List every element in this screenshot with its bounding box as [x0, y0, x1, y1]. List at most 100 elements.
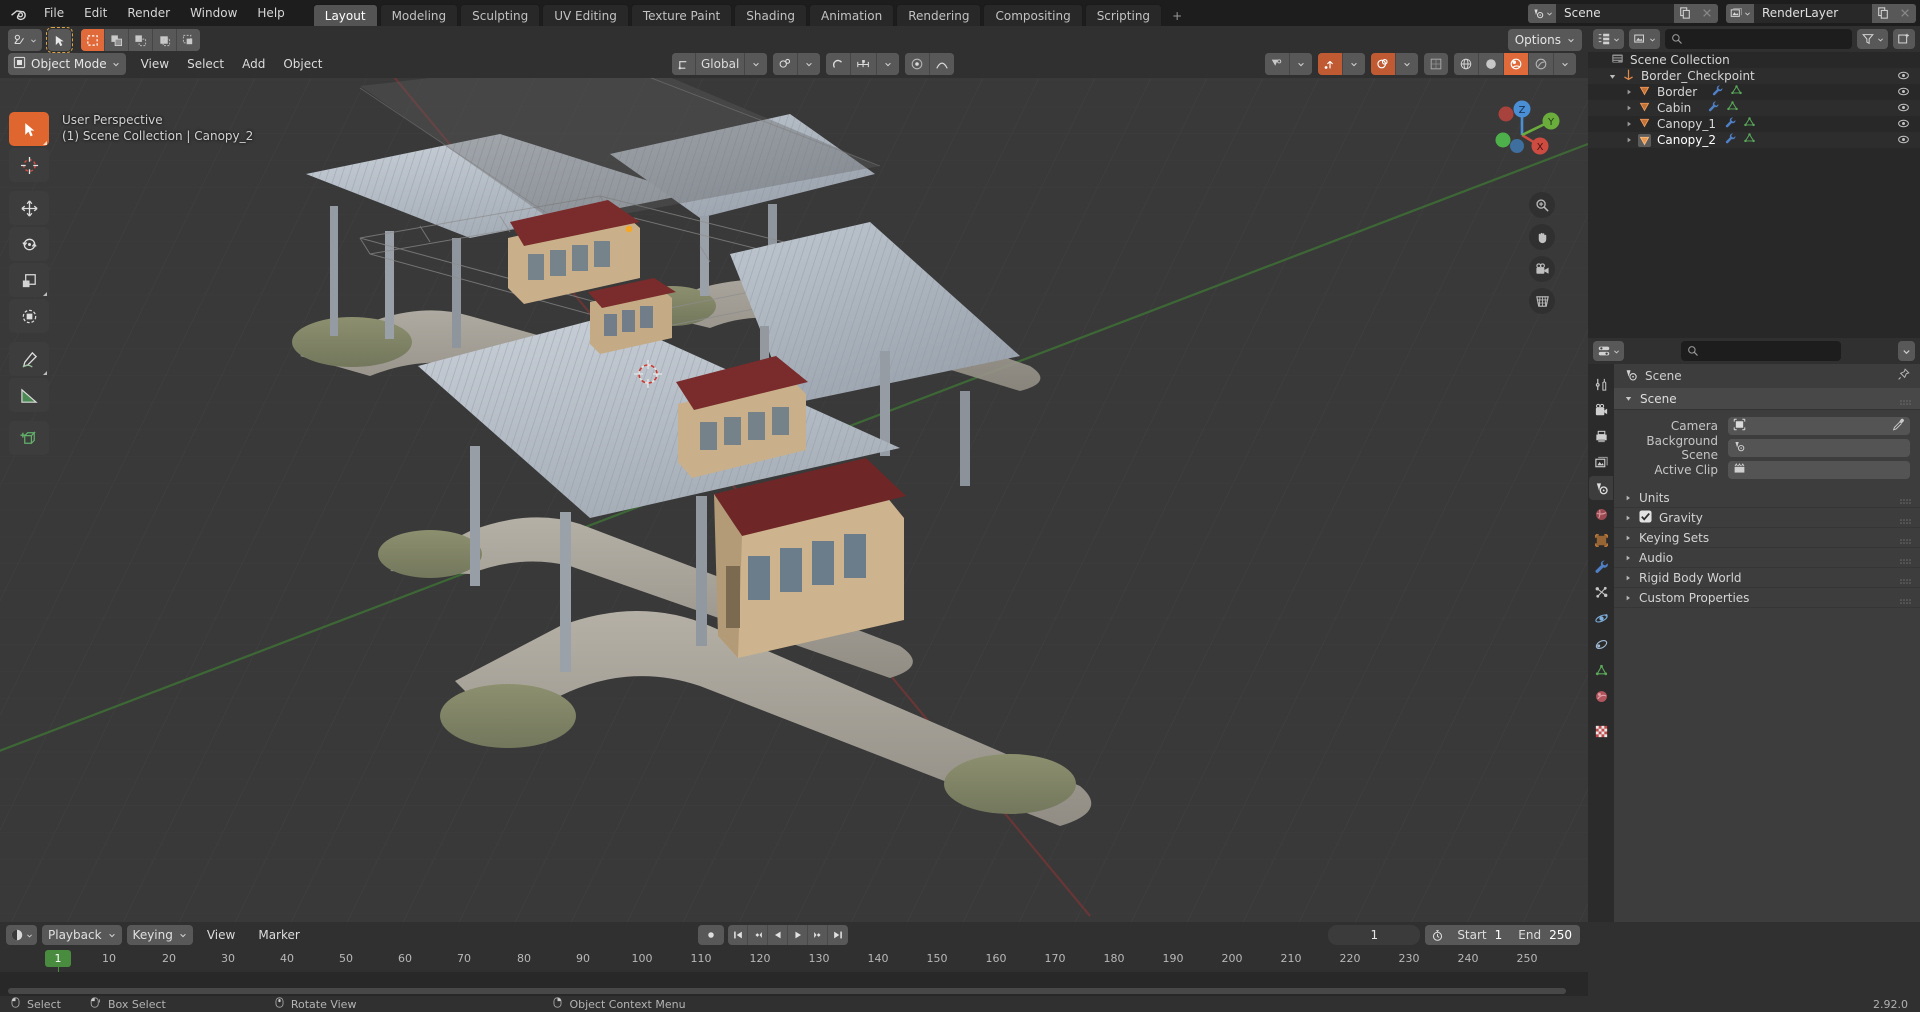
workspace-tab-scripting[interactable]: Scripting — [1084, 4, 1163, 26]
tool-move[interactable] — [9, 191, 49, 225]
play-reverse-icon[interactable] — [768, 925, 788, 945]
add-workspace-button[interactable]: + — [1164, 4, 1190, 26]
disclosure-triangle-icon[interactable] — [1622, 104, 1635, 112]
eyedropper-icon[interactable] — [1892, 418, 1905, 434]
workspace-tab-uv-editing[interactable]: UV Editing — [542, 4, 629, 26]
panel-units[interactable]: Units — [1614, 488, 1920, 508]
stopwatch-icon[interactable] — [1425, 929, 1449, 942]
disclosure-triangle-icon[interactable] — [1624, 511, 1632, 525]
menu-render[interactable]: Render — [117, 3, 180, 23]
properties-editor-icon[interactable] — [1593, 341, 1624, 361]
menu-help[interactable]: Help — [247, 3, 294, 23]
timeline-playhead[interactable]: 1 — [45, 950, 71, 967]
snapping-controls[interactable] — [826, 53, 900, 75]
panel-custom-properties[interactable]: Custom Properties — [1614, 588, 1920, 608]
tool-rotate[interactable] — [9, 227, 49, 261]
properties-tab-particles[interactable] — [1589, 580, 1613, 604]
timeline-menu-marker[interactable]: Marker — [249, 925, 308, 945]
outliner-visibility-toggle[interactable] — [1897, 133, 1910, 149]
properties-tab-output[interactable] — [1589, 424, 1613, 448]
timeline-menu-view[interactable]: View — [198, 925, 244, 945]
blender-logo-icon[interactable] — [0, 0, 34, 26]
workspace-tab-animation[interactable]: Animation — [809, 4, 895, 26]
select-box-icon[interactable] — [81, 29, 105, 51]
view-layer-icon[interactable] — [1726, 3, 1754, 23]
outliner-row-cabin[interactable]: Cabin — [1588, 100, 1920, 116]
mesh-data-icon[interactable] — [1726, 100, 1739, 116]
play-icon[interactable] — [788, 925, 808, 945]
chevron-down-icon[interactable] — [1554, 53, 1576, 75]
new-scene-button[interactable] — [1674, 3, 1696, 23]
chevron-down-icon[interactable] — [1396, 53, 1418, 75]
chevron-down-icon[interactable] — [798, 53, 821, 75]
xray-toggle[interactable] — [1424, 53, 1448, 75]
timeline-horizontal-scrollbar[interactable] — [8, 988, 1566, 994]
outliner-row-canopy-1[interactable]: Canopy_1 — [1588, 116, 1920, 132]
background-scene-field[interactable] — [1728, 439, 1910, 457]
disclosure-triangle-icon[interactable] — [1624, 571, 1632, 585]
current-frame-field[interactable]: 1 — [1328, 925, 1421, 945]
tool-annotate[interactable] — [9, 342, 49, 376]
remove-view-layer-button[interactable] — [1894, 3, 1916, 23]
snap-magnet-icon[interactable] — [826, 53, 852, 75]
jump-end-icon[interactable] — [828, 925, 848, 945]
view-layer-selector[interactable]: RenderLayer — [1726, 3, 1916, 23]
workspace-tab-shading[interactable]: Shading — [734, 4, 807, 26]
interaction-mode-selector[interactable]: Object Mode — [8, 53, 126, 75]
rendered-icon[interactable] — [1529, 53, 1554, 75]
properties-tab-scene[interactable] — [1589, 476, 1613, 500]
timeline-menu-playback[interactable]: Playback — [42, 925, 122, 945]
workspace-tab-sculpting[interactable]: Sculpting — [460, 4, 541, 26]
select-subtract-icon[interactable] — [129, 29, 153, 51]
panel-audio[interactable]: Audio — [1614, 548, 1920, 568]
viewport-menu-add[interactable]: Add — [233, 54, 274, 74]
menu-file[interactable]: File — [34, 3, 74, 23]
disclosure-triangle-icon[interactable] — [1624, 491, 1632, 505]
chevron-down-icon[interactable] — [877, 53, 900, 75]
gizmo-icon[interactable] — [1318, 53, 1343, 75]
panel-rigid-body-world[interactable]: Rigid Body World — [1614, 568, 1920, 588]
transform-orientation-label[interactable]: Global — [696, 53, 746, 75]
gravity-checkbox[interactable] — [1639, 509, 1652, 526]
workspace-tab-layout[interactable]: Layout — [312, 4, 378, 26]
outliner-editor[interactable]: Scene Collection Border_Checkpoint Borde… — [1588, 26, 1920, 338]
panel-gravity[interactable]: Gravity — [1614, 508, 1920, 528]
chevron-down-icon[interactable] — [1290, 53, 1312, 75]
properties-tab-view-layer[interactable] — [1589, 450, 1613, 474]
disclosure-triangle-icon[interactable] — [1622, 136, 1635, 144]
new-collection-icon[interactable] — [1893, 29, 1915, 49]
object-visibility-selector[interactable] — [1265, 53, 1312, 75]
xray-icon[interactable] — [1424, 53, 1448, 75]
select-tweak-button[interactable] — [46, 27, 73, 53]
editor-type-selector[interactable] — [8, 29, 42, 51]
zoom-icon[interactable] — [1529, 192, 1555, 218]
panel-keying-sets[interactable]: Keying Sets — [1614, 528, 1920, 548]
funnel-icon[interactable] — [1857, 29, 1888, 49]
camera-view-icon[interactable] — [1529, 256, 1555, 282]
shading-mode-group[interactable] — [1454, 53, 1576, 75]
properties-options-button[interactable] — [1898, 341, 1915, 361]
properties-tab-physics[interactable] — [1589, 606, 1613, 630]
outliner-display-mode-icon[interactable] — [1593, 29, 1624, 49]
toggle-perspective-icon[interactable] — [1529, 288, 1555, 314]
panel-header-scene[interactable]: Scene — [1614, 388, 1920, 410]
proportional-edit-icon[interactable] — [905, 53, 931, 75]
properties-search-input[interactable] — [1681, 341, 1841, 361]
scene-name-field[interactable]: Scene — [1556, 3, 1674, 23]
prev-keyframe-icon[interactable] — [748, 925, 768, 945]
options-button[interactable]: Options — [1507, 29, 1582, 51]
end-frame-value[interactable]: 250 — [1549, 925, 1580, 945]
viewport-menu-object[interactable]: Object — [274, 54, 331, 74]
viewport-menu-view[interactable]: View — [132, 54, 178, 74]
disclosure-triangle-icon[interactable] — [1624, 591, 1632, 605]
chevron-down-icon[interactable] — [1343, 53, 1365, 75]
workspace-tab-compositing[interactable]: Compositing — [983, 4, 1083, 26]
pivot-median-icon[interactable] — [773, 53, 799, 75]
auto-keying-record-icon[interactable] — [698, 925, 724, 945]
falloff-smooth-icon[interactable] — [930, 53, 955, 75]
active-clip-field[interactable] — [1728, 461, 1910, 479]
pivot-point-selector[interactable] — [773, 53, 821, 75]
timeline-menu-keying[interactable]: Keying — [126, 925, 193, 945]
properties-tab-texture[interactable] — [1589, 719, 1613, 743]
mesh-data-icon[interactable] — [1730, 84, 1743, 100]
